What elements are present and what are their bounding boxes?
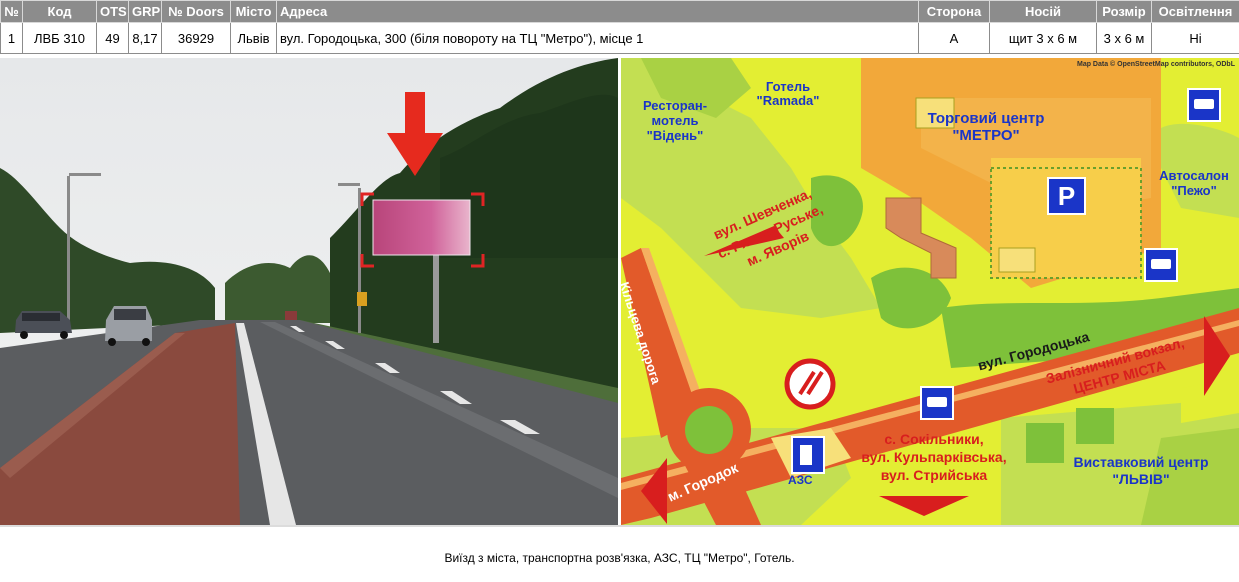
cell-code: ЛВБ 310 <box>22 22 97 54</box>
bus-stop-icon <box>1144 248 1178 282</box>
location-map[interactable]: Map Data © OpenStreetMap contributors, O… <box>621 58 1239 525</box>
cell-address: вул. Городоцька, 300 (біля повороту на Т… <box>276 22 919 54</box>
col-header-size[interactable]: Розмір <box>1096 0 1152 23</box>
no-turn-sign-icon <box>784 358 836 410</box>
label-hotel-ramada: Готель "Ramada" <box>756 79 820 108</box>
col-header-ots[interactable]: OTS <box>96 0 129 23</box>
label-azs: АЗС <box>788 473 813 487</box>
cell-side: А <box>918 22 990 54</box>
col-header-code[interactable]: Код <box>22 0 97 23</box>
cell-city: Львів <box>230 22 277 54</box>
col-header-side[interactable]: Сторона <box>918 0 990 23</box>
col-header-carrier[interactable]: Носій <box>989 0 1097 23</box>
col-header-lighting[interactable]: Освітлення <box>1151 0 1239 23</box>
label-autosalon: Автосалон "Пежо" <box>1159 168 1229 198</box>
cell-doors: 36929 <box>161 22 231 54</box>
col-header-city[interactable]: Місто <box>230 0 277 23</box>
billboard-photo[interactable] <box>0 58 618 525</box>
map-attribution: Map Data © OpenStreetMap contributors, O… <box>1076 61 1235 68</box>
cell-num: 1 <box>0 22 23 54</box>
label-vystavkovyi: Виставковий центр "ЛЬВІВ" <box>1073 454 1209 487</box>
cell-lighting: Ні <box>1151 22 1239 54</box>
cell-size: 3 х 6 м <box>1096 22 1152 54</box>
cell-ots: 49 <box>96 22 129 54</box>
table-row: 1 ЛВБ 310 49 8,17 36929 Львів вул. Город… <box>0 22 1239 54</box>
col-header-grp[interactable]: GRP <box>128 0 162 23</box>
col-header-doors[interactable]: № Doors <box>161 0 231 23</box>
billboard-table: № Код OTS GRP № Doors Місто Адреса Сторо… <box>0 0 1239 54</box>
label-metro-center: Торговий центр "МЕТРО" <box>927 110 1045 144</box>
location-caption: Виїзд з міста, транспортна розв'язка, АЗ… <box>444 551 795 565</box>
arrow-west-icon <box>641 458 667 524</box>
cell-carrier: щит 3 х 6 м <box>989 22 1097 54</box>
col-header-num[interactable]: № <box>0 0 23 23</box>
arrow-east-icon <box>1204 316 1230 396</box>
street-photo-image <box>0 58 618 525</box>
parking-icon: P <box>1047 177 1086 215</box>
gas-station-icon <box>791 436 825 474</box>
bus-stop-icon <box>920 386 954 420</box>
divider <box>0 525 1239 527</box>
arrow-south-icon <box>879 496 969 516</box>
bus-stop-icon <box>1187 88 1221 122</box>
col-header-address[interactable]: Адреса <box>276 0 919 23</box>
table-header-row: № Код OTS GRP № Doors Місто Адреса Сторо… <box>0 0 1239 23</box>
label-sokilnyky: с. Сокільники, вул. Кульпарківська, вул.… <box>861 431 1007 483</box>
cell-grp: 8,17 <box>128 22 162 54</box>
label-motel-viden: Ресторан- мотель "Відень" <box>642 98 708 143</box>
